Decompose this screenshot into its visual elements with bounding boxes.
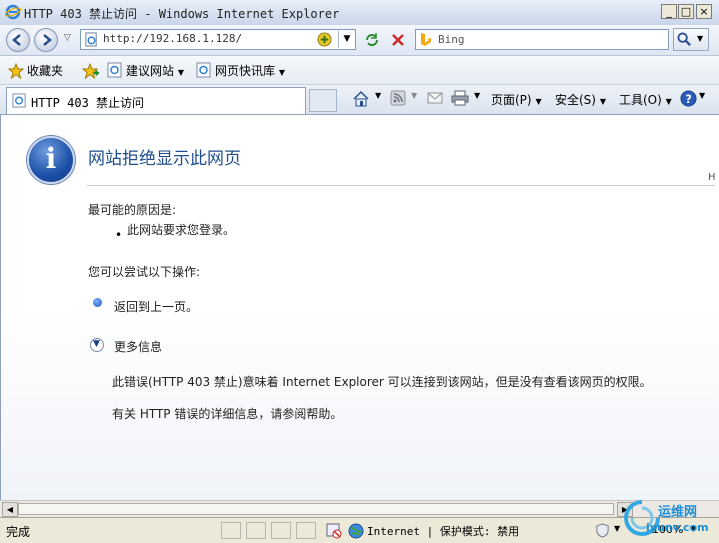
- feeds-dropdown-arrow[interactable]: ▼: [411, 91, 417, 100]
- scroll-left-button[interactable]: ◀: [2, 502, 18, 517]
- close-button[interactable]: ×: [696, 4, 712, 19]
- add-to-favorites-icon[interactable]: [82, 63, 100, 79]
- stop-icon[interactable]: [389, 31, 407, 49]
- expand-chevron-icon[interactable]: ▼: [90, 338, 104, 352]
- web-slice-gallery-label: 网页快讯库: [215, 64, 276, 78]
- tools-menu[interactable]: 工具(O) ▼: [619, 91, 672, 108]
- title-bar: HTTP 403 禁止访问 - Windows Internet Explore…: [0, 0, 719, 26]
- cause-item: 此网站要求您登录。: [127, 223, 236, 237]
- feeds-icon[interactable]: [390, 90, 406, 106]
- compatibility-view-icon[interactable]: [317, 32, 332, 47]
- detail-text-2: 有关 HTTP 错误的详细信息，请参阅帮助。: [112, 407, 343, 421]
- go-back-link[interactable]: 返回到上一页。: [114, 298, 198, 315]
- tab-bar: HTTP 403 禁止访问 ▼ ▼ ▼ 页面(P) ▼ 安全(S) ▼ 工具(O…: [0, 85, 719, 115]
- address-input[interactable]: http://192.168.1.128/: [103, 32, 242, 45]
- page-title: 网站拒绝显示此网页: [88, 149, 241, 169]
- refresh-icon[interactable]: [363, 31, 381, 49]
- safety-menu[interactable]: 安全(S) ▼: [555, 91, 606, 108]
- address-dropdown-button[interactable]: ▼: [338, 31, 355, 48]
- status-bar: 完成 Internet | 保护模式: 禁用 ▼ 100% ▼: [0, 517, 719, 543]
- page-menu[interactable]: 页面(P) ▼: [491, 91, 542, 108]
- navigation-bar: ▽ http://192.168.1.128/ ▼ Bing ▼: [0, 25, 719, 56]
- bing-logo-icon: [421, 33, 431, 46]
- watermark-logo: 运维网 iyunv.com: [620, 497, 719, 542]
- ie-page-icon: [12, 93, 26, 108]
- suggested-sites-label: 建议网站: [126, 64, 175, 78]
- address-bar[interactable]: http://192.168.1.128/ ▼: [80, 29, 356, 50]
- svg-text:?: ?: [685, 92, 692, 106]
- read-mail-icon[interactable]: [427, 91, 443, 105]
- search-options-arrow[interactable]: ▼: [697, 34, 703, 43]
- help-dropdown-arrow[interactable]: ▼: [699, 91, 705, 100]
- page-icon: [85, 32, 97, 47]
- truncated-text: H: [708, 172, 716, 183]
- ie-page-icon: [107, 62, 122, 78]
- recent-pages-dropdown[interactable]: ▽: [64, 33, 71, 43]
- help-icon[interactable]: ?: [680, 90, 697, 107]
- page-menu-label: 页面(P): [491, 93, 532, 107]
- horizontal-scrollbar[interactable]: ◀ ▶: [0, 500, 719, 518]
- ie-logo-icon: [5, 4, 21, 20]
- bullet-icon: •: [115, 228, 123, 242]
- home-icon[interactable]: [352, 90, 370, 108]
- status-segment: [296, 522, 316, 539]
- status-segment: [271, 522, 291, 539]
- favorites-button[interactable]: 收藏夹: [27, 62, 63, 79]
- more-info-link[interactable]: 更多信息: [114, 338, 162, 355]
- status-segment: [246, 522, 266, 539]
- forward-arrow-icon: [43, 34, 52, 46]
- page-content: i 网站拒绝显示此网页 H 最可能的原因是: • 此网站要求您登录。 您可以尝试…: [0, 115, 719, 500]
- home-dropdown-arrow[interactable]: ▼: [375, 91, 381, 100]
- actions-title: 您可以尝试以下操作:: [88, 265, 201, 279]
- status-text: 完成: [6, 525, 31, 539]
- magnifier-icon: [677, 32, 691, 46]
- forward-button[interactable]: [34, 28, 58, 52]
- popup-blocker-icon[interactable]: [325, 522, 343, 539]
- ie-page-icon: [196, 62, 211, 78]
- maximize-button[interactable]: □: [678, 4, 694, 19]
- watermark-text: 运维网: [658, 505, 698, 520]
- status-segment: [221, 522, 241, 539]
- protected-mode-icon[interactable]: [595, 523, 610, 538]
- search-button[interactable]: ▼: [673, 28, 709, 51]
- cause-title: 最可能的原因是:: [88, 203, 177, 217]
- print-icon[interactable]: [451, 90, 469, 106]
- tab-http-403[interactable]: HTTP 403 禁止访问: [6, 87, 306, 114]
- internet-zone-globe-icon: [348, 523, 364, 539]
- tools-menu-label: 工具(O): [619, 93, 662, 107]
- web-slice-gallery-link[interactable]: 网页快讯库 ▼: [215, 62, 285, 79]
- search-input[interactable]: Bing: [438, 33, 465, 46]
- suggested-sites-link[interactable]: 建议网站 ▼: [126, 62, 184, 79]
- back-button[interactable]: [6, 28, 30, 52]
- divider: [87, 185, 715, 186]
- security-zone-text: Internet | 保护模式: 禁用: [367, 525, 520, 538]
- watermark-domain: iyunv.com: [646, 521, 709, 534]
- minimize-button[interactable]: _: [661, 4, 677, 19]
- detail-text-1: 此错误(HTTP 403 禁止)意味着 Internet Explorer 可以…: [112, 375, 652, 389]
- new-tab-button[interactable]: [309, 89, 337, 112]
- favorites-bar: 收藏夹 建议网站 ▼ 网页快讯库 ▼: [0, 56, 719, 85]
- favorites-star-icon: [8, 63, 24, 79]
- back-arrow-icon: [12, 34, 21, 46]
- search-box[interactable]: Bing: [415, 29, 669, 50]
- blue-bullet-icon: [93, 298, 102, 307]
- information-icon: i: [27, 136, 75, 184]
- scrollbar-thumb[interactable]: [18, 503, 614, 515]
- print-dropdown-arrow[interactable]: ▼: [474, 91, 480, 100]
- tab-label: HTTP 403 禁止访问: [31, 96, 145, 110]
- safety-menu-label: 安全(S): [555, 93, 596, 107]
- window-title: HTTP 403 禁止访问 - Windows Internet Explore…: [24, 7, 340, 21]
